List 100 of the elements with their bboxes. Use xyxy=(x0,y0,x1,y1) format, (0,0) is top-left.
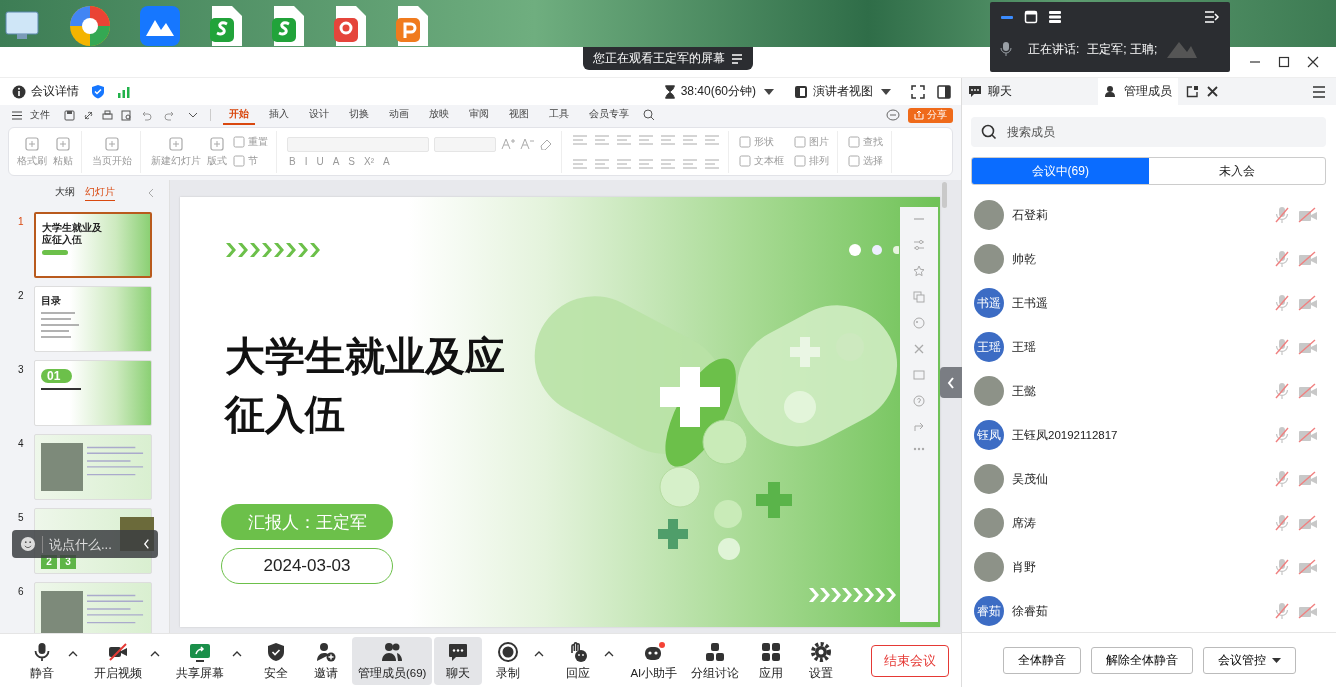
palette-icon[interactable] xyxy=(913,317,925,329)
ribbon-tab[interactable]: 动画 xyxy=(383,105,415,125)
chat-input-field[interactable]: 说点什么... xyxy=(12,530,158,558)
toolbar-button[interactable]: AI小助手 xyxy=(624,636,684,685)
paragraph-format-icon[interactable] xyxy=(682,133,698,146)
microphone-muted-icon[interactable] xyxy=(1274,294,1290,312)
fullscreen-icon[interactable] xyxy=(911,84,925,99)
link-icon[interactable] xyxy=(83,109,94,121)
share-icon[interactable] xyxy=(913,421,925,433)
ribbon-tab[interactable]: 会员专享 xyxy=(583,105,635,125)
menu-icon[interactable] xyxy=(12,110,22,120)
toolbar-button[interactable]: 聊天 xyxy=(434,636,483,685)
ribbon-tab[interactable]: 视图 xyxy=(503,105,535,125)
toolbar-button[interactable]: 应用 xyxy=(747,636,796,685)
camera-off-icon[interactable] xyxy=(1298,339,1318,355)
toolbar-button[interactable]: 分组讨论 xyxy=(685,636,746,685)
microphone-muted-icon[interactable] xyxy=(1274,250,1290,268)
close-icon[interactable] xyxy=(1207,86,1218,97)
exit-icon[interactable] xyxy=(1204,10,1220,24)
paragraph-format-icon[interactable] xyxy=(572,133,588,146)
ribbon-tab[interactable]: 放映 xyxy=(423,105,455,125)
camera-off-icon[interactable] xyxy=(1298,559,1318,575)
member-search-field[interactable]: 搜索成员 xyxy=(971,117,1326,147)
camera-off-icon[interactable] xyxy=(1298,515,1318,531)
toolbar-button[interactable]: 设置 xyxy=(797,636,846,685)
toolbar-button[interactable]: 录制 xyxy=(484,636,533,685)
member-action-button[interactable]: 全体静音 xyxy=(1002,646,1081,674)
more-icon[interactable] xyxy=(913,447,925,451)
info-icon[interactable] xyxy=(12,84,26,99)
paragraph-format-icon[interactable] xyxy=(572,157,588,170)
eraser-icon[interactable] xyxy=(539,138,553,150)
microphone-muted-icon[interactable] xyxy=(1274,206,1290,224)
chevron-down-icon[interactable] xyxy=(188,112,198,118)
microphone-muted-icon[interactable] xyxy=(1274,514,1290,532)
toolbar-button[interactable]: 静音 xyxy=(18,636,66,685)
camera-off-icon[interactable] xyxy=(1298,207,1318,223)
toolbar-button[interactable]: 开启视频 xyxy=(88,636,148,685)
toolbar-button[interactable]: 安全 xyxy=(252,636,300,685)
search-icon[interactable] xyxy=(643,109,655,121)
view-mode-dropdown[interactable]: 演讲者视图 xyxy=(813,83,873,100)
caret-up-icon[interactable] xyxy=(150,650,160,657)
maximize-icon[interactable] xyxy=(1278,56,1290,68)
paragraph-format-icon[interactable] xyxy=(660,133,676,146)
save-icon[interactable] xyxy=(64,109,75,121)
camera-off-icon[interactable] xyxy=(1298,295,1318,311)
end-meeting-button[interactable]: 结束会议 xyxy=(871,644,949,677)
search-input[interactable]: 搜索成员 xyxy=(1005,124,1209,140)
emoji-icon[interactable] xyxy=(20,535,36,553)
panel-tab[interactable]: 大纲 xyxy=(54,185,75,201)
preview-icon[interactable] xyxy=(121,109,132,121)
menu-icon[interactable] xyxy=(1312,85,1326,98)
side-panel-icon[interactable] xyxy=(937,84,951,99)
caret-up-icon[interactable] xyxy=(534,650,545,657)
camera-off-icon[interactable] xyxy=(1298,251,1318,267)
ribbon-tab[interactable]: 插入 xyxy=(263,105,295,125)
expand-panel-button[interactable] xyxy=(940,367,962,398)
pop-out-icon[interactable] xyxy=(1186,85,1199,98)
camera-off-icon[interactable] xyxy=(1298,603,1318,619)
pdf-file-icon[interactable] xyxy=(332,4,368,48)
star-icon[interactable] xyxy=(913,265,925,277)
paragraph-format-icon[interactable] xyxy=(594,133,610,146)
color-wheel-app-icon[interactable] xyxy=(68,4,112,48)
paragraph-format-icon[interactable] xyxy=(616,157,632,170)
ribbon-tab[interactable]: 开始 xyxy=(223,105,255,125)
spreadsheet-file-icon[interactable] xyxy=(208,4,244,48)
segment-tab[interactable]: 会议中(69) xyxy=(972,158,1149,184)
mountain-app-icon[interactable] xyxy=(138,4,182,48)
paragraph-format-icon[interactable] xyxy=(616,133,632,146)
print-icon[interactable] xyxy=(102,109,113,121)
help-icon[interactable] xyxy=(913,395,925,407)
paragraph-format-icon[interactable] xyxy=(638,133,654,146)
microphone-muted-icon[interactable] xyxy=(1274,602,1290,620)
camera-off-icon[interactable] xyxy=(1298,427,1318,443)
paragraph-format-icon[interactable] xyxy=(660,157,676,170)
paragraph-format-icon[interactable] xyxy=(594,157,610,170)
microphone-muted-icon[interactable] xyxy=(1274,338,1290,356)
ribbon-tab[interactable]: 审阅 xyxy=(463,105,495,125)
toolbar-button[interactable]: 共享屏幕 xyxy=(170,636,230,685)
toolbar-button[interactable]: 回应 xyxy=(554,636,603,685)
sliders-icon[interactable] xyxy=(913,239,925,251)
paragraph-format-icon[interactable] xyxy=(638,157,654,170)
grow-font-icon[interactable] xyxy=(501,138,515,150)
microphone-muted-icon[interactable] xyxy=(1274,558,1290,576)
shrink-font-icon[interactable] xyxy=(520,138,534,150)
meeting-info-link[interactable]: 会议详情 xyxy=(31,83,79,100)
slide-thumbnail[interactable]: 目录 xyxy=(34,286,152,352)
chat-input[interactable]: 说点什么... xyxy=(41,535,137,553)
panel-tab[interactable]: 幻灯片 xyxy=(84,185,115,201)
ribbon-tab[interactable]: 设计 xyxy=(303,105,335,125)
ribbon-tab[interactable]: 工具 xyxy=(543,105,575,125)
caret-icon[interactable] xyxy=(881,88,891,95)
tools-icon[interactable] xyxy=(913,343,925,355)
chat-bubble-icon[interactable] xyxy=(886,109,900,121)
microphone-muted-icon[interactable] xyxy=(1274,426,1290,444)
paragraph-format-icon[interactable] xyxy=(704,157,720,170)
panel-tab[interactable]: 管理成员 xyxy=(1098,78,1178,105)
slide-thumbnail[interactable]: 大学生就业及应征入伍 xyxy=(34,212,152,278)
camera-off-icon[interactable] xyxy=(1298,383,1318,399)
slide-thumbnail[interactable] xyxy=(34,582,152,633)
segment-tab[interactable]: 未入会 xyxy=(1148,158,1325,184)
